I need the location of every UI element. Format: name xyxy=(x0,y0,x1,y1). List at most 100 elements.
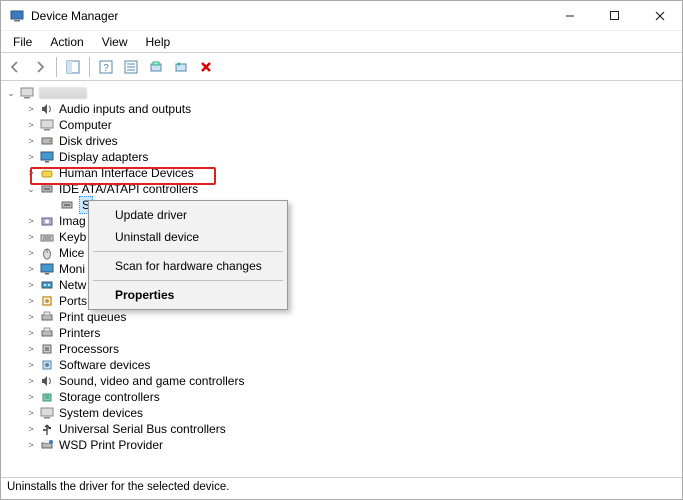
caret-icon[interactable]: > xyxy=(25,325,37,341)
status-text: Uninstalls the driver for the selected d… xyxy=(7,481,229,493)
category-label: Computer xyxy=(59,117,112,133)
caret-icon[interactable]: > xyxy=(25,437,37,453)
context-menu-item[interactable]: Uninstall device xyxy=(91,226,285,248)
category-diskdrives[interactable]: > Disk drives xyxy=(25,133,682,149)
caret-icon[interactable]: > xyxy=(25,213,37,229)
properties-button[interactable] xyxy=(120,56,142,78)
device-manager-window: Device Manager File Action View Help ? xyxy=(0,0,683,500)
caret-icon[interactable]: > xyxy=(25,133,37,149)
category-computer[interactable]: > Computer xyxy=(25,117,682,133)
category-label: Moni xyxy=(59,261,85,277)
category-label: Mice xyxy=(59,245,84,261)
category-label: Disk drives xyxy=(59,133,118,149)
category-printqueues[interactable]: > Print queues xyxy=(25,309,682,325)
menu-action[interactable]: Action xyxy=(42,33,91,51)
category-label: Software devices xyxy=(59,357,150,373)
category-icon xyxy=(39,117,55,133)
category-icon xyxy=(39,421,55,437)
caret-icon[interactable]: > xyxy=(25,357,37,373)
category-display[interactable]: > Display adapters xyxy=(25,149,682,165)
toolbar: ? xyxy=(1,53,682,81)
caret-icon[interactable]: > xyxy=(25,101,37,117)
category-hid[interactable]: >Human Interface Devices xyxy=(25,165,682,181)
menu-view[interactable]: View xyxy=(94,33,136,51)
category-icon xyxy=(39,389,55,405)
category-label: IDE ATA/ATAPI controllers xyxy=(59,181,198,197)
category-software[interactable]: > Software devices xyxy=(25,357,682,373)
category-icon xyxy=(39,293,55,309)
caret-icon[interactable]: > xyxy=(25,229,37,245)
tree-root[interactable]: ⌄ xyxy=(5,85,682,101)
window-title: Device Manager xyxy=(31,9,547,23)
category-wsd[interactable]: >WSD Print Provider xyxy=(25,437,682,453)
caret-icon[interactable]: > xyxy=(25,309,37,325)
svg-text:?: ? xyxy=(103,63,109,74)
caret-icon[interactable]: > xyxy=(25,261,37,277)
category-icon xyxy=(39,277,55,293)
category-label: Storage controllers xyxy=(59,389,160,405)
menu-file[interactable]: File xyxy=(5,33,40,51)
close-button[interactable] xyxy=(637,1,682,30)
forward-button[interactable] xyxy=(29,56,51,78)
caret-icon[interactable]: ⌄ xyxy=(5,85,17,101)
category-label: Print queues xyxy=(59,309,126,325)
category-label: Imag xyxy=(59,213,86,229)
drive-icon xyxy=(59,197,75,213)
category-label: Printers xyxy=(59,325,100,341)
category-processors[interactable]: >Processors xyxy=(25,341,682,357)
category-label: Keyb xyxy=(59,229,86,245)
category-icon xyxy=(39,261,55,277)
menu-help[interactable]: Help xyxy=(138,33,179,51)
context-menu-item[interactable]: Update driver xyxy=(91,204,285,226)
category-sound[interactable]: >Sound, video and game controllers xyxy=(25,373,682,389)
category-label: Audio inputs and outputs xyxy=(59,101,191,117)
category-system[interactable]: > System devices xyxy=(25,405,682,421)
category-printers[interactable]: > Printers xyxy=(25,325,682,341)
context-menu-item[interactable]: Scan for hardware changes xyxy=(91,255,285,277)
caret-icon[interactable]: > xyxy=(25,149,37,165)
caret-icon[interactable]: > xyxy=(25,245,37,261)
help-button[interactable]: ? xyxy=(95,56,117,78)
category-icon xyxy=(39,373,55,389)
scan-hardware-button[interactable] xyxy=(170,56,192,78)
caret-icon[interactable]: > xyxy=(25,341,37,357)
caret-icon[interactable]: > xyxy=(25,405,37,421)
update-driver-button[interactable] xyxy=(145,56,167,78)
caret-icon[interactable]: > xyxy=(25,165,37,181)
caret-icon[interactable]: > xyxy=(25,421,37,437)
caret-icon[interactable]: > xyxy=(25,373,37,389)
caret-icon[interactable]: > xyxy=(25,277,37,293)
app-icon xyxy=(9,8,25,24)
category-storage[interactable]: > Storage controllers xyxy=(25,389,682,405)
category-icon xyxy=(39,357,55,373)
category-icon xyxy=(39,405,55,421)
maximize-button[interactable] xyxy=(592,1,637,30)
category-label: Netw xyxy=(59,277,86,293)
category-audio[interactable]: > Audio inputs and outputs xyxy=(25,101,682,117)
category-usb[interactable]: >Universal Serial Bus controllers xyxy=(25,421,682,437)
caret-icon[interactable]: > xyxy=(25,117,37,133)
category-icon xyxy=(39,181,55,197)
show-hide-button[interactable] xyxy=(62,56,84,78)
category-icon xyxy=(39,101,55,117)
category-icon xyxy=(39,325,55,341)
toolbar-separator xyxy=(89,57,90,77)
category-ide[interactable]: ⌄ IDE ATA/ATAPI controllers xyxy=(25,181,682,197)
category-icon xyxy=(39,437,55,453)
category-icon xyxy=(39,133,55,149)
category-label: Display adapters xyxy=(59,149,148,165)
caret-icon[interactable]: ⌄ xyxy=(25,181,37,197)
minimize-button[interactable] xyxy=(547,1,592,30)
category-icon xyxy=(39,149,55,165)
menubar: File Action View Help xyxy=(1,31,682,53)
blank-caret xyxy=(45,197,57,213)
category-icon xyxy=(39,229,55,245)
tree-content[interactable]: ⌄ > Audio inputs and outputs > Computer > Dis… xyxy=(1,81,682,477)
category-label: System devices xyxy=(59,405,143,421)
caret-icon[interactable]: > xyxy=(25,293,37,309)
back-button[interactable] xyxy=(4,56,26,78)
computer-name-blurred xyxy=(39,87,87,99)
caret-icon[interactable]: > xyxy=(25,389,37,405)
uninstall-button[interactable] xyxy=(195,56,217,78)
context-menu-item[interactable]: Properties xyxy=(91,284,285,306)
